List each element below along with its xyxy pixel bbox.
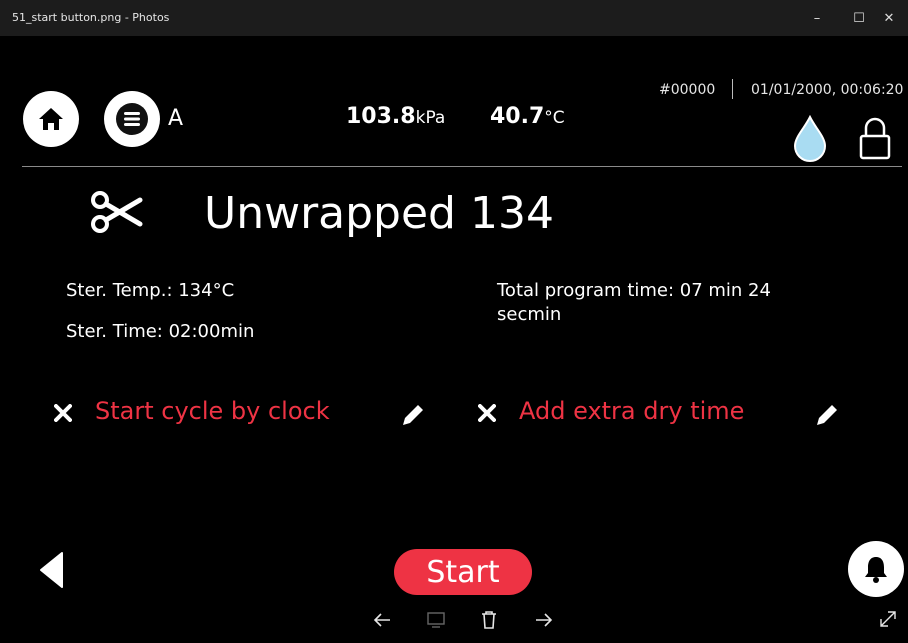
start-by-clock-option[interactable]: Start cycle by clock	[95, 397, 330, 425]
pencil-icon[interactable]	[814, 402, 840, 428]
close-button[interactable]: ✕	[866, 0, 908, 36]
extra-dry-time-option[interactable]: Add extra dry time	[519, 397, 744, 425]
previous-arrow-icon[interactable]	[372, 611, 392, 629]
bell-icon	[865, 557, 887, 583]
slideshow-icon[interactable]	[426, 611, 446, 629]
serial-number: #00000	[659, 82, 716, 98]
header-divider	[22, 166, 902, 167]
pressure-unit: kPa	[415, 108, 446, 128]
next-arrow-icon[interactable]	[534, 611, 554, 629]
temperature-unit: °C	[544, 108, 565, 128]
datetime-display: 01/01/2000, 00:06:20	[751, 82, 904, 98]
trash-icon[interactable]	[480, 610, 498, 630]
water-drop-icon[interactable]	[792, 115, 828, 163]
menu-icon	[116, 103, 148, 135]
bell-button[interactable]	[848, 541, 904, 597]
window-title: 51_start button.png - Photos	[12, 11, 170, 24]
pencil-icon[interactable]	[400, 402, 426, 428]
header-separator	[732, 79, 733, 99]
close-icon[interactable]	[54, 404, 72, 422]
pressure-reading: 103.8kPa	[346, 104, 445, 129]
ster-time-label: Ster. Time: 02:00min	[66, 321, 255, 342]
start-button-label: Start	[426, 554, 500, 590]
back-button[interactable]	[38, 551, 64, 589]
home-icon	[39, 108, 63, 130]
total-time-label: Total program time: 07 min 24	[497, 280, 771, 301]
minimize-button[interactable]: –	[794, 0, 840, 36]
menu-button[interactable]	[104, 91, 160, 147]
lock-icon[interactable]	[858, 114, 892, 162]
window-titlebar: 51_start button.png - Photos – ☐ ✕	[0, 0, 908, 36]
home-button[interactable]	[23, 91, 79, 147]
pressure-value: 103.8	[346, 104, 416, 129]
start-button[interactable]: Start	[394, 549, 532, 595]
total-time-unit: secmin	[497, 304, 562, 325]
program-title: Unwrapped 134	[204, 188, 554, 239]
expand-icon[interactable]	[879, 610, 897, 628]
scissors-icon	[91, 191, 143, 233]
profile-label: A	[168, 106, 184, 131]
ster-temp-label: Ster. Temp.: 134°C	[66, 280, 235, 301]
temperature-value: 40.7	[490, 104, 545, 129]
temperature-reading: 40.7°C	[490, 104, 565, 129]
close-icon[interactable]	[478, 404, 496, 422]
